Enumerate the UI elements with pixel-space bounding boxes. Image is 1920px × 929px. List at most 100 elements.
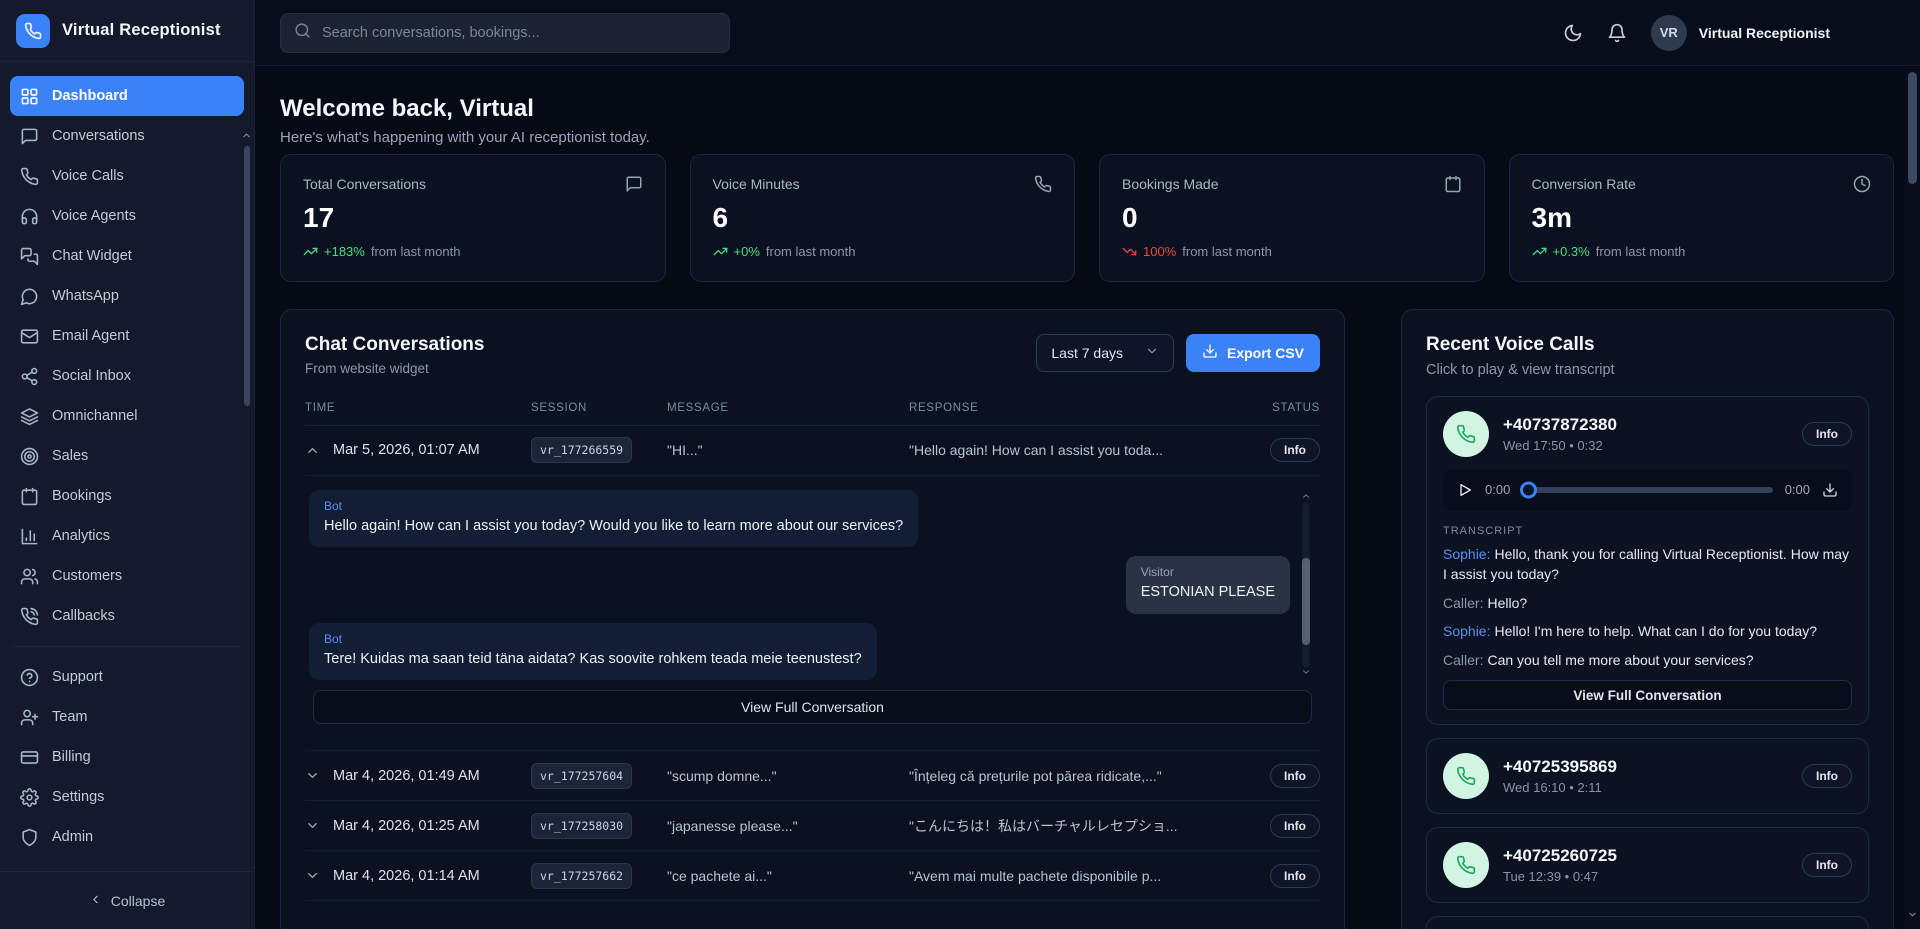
sidebar-item-customers[interactable]: Customers [10, 556, 244, 596]
avatar[interactable]: VR [1651, 15, 1687, 51]
stat-label: Voice Minutes [713, 176, 800, 192]
target-icon [20, 447, 39, 466]
view-full-conversation-button[interactable]: View Full Conversation [313, 690, 1312, 724]
play-button[interactable] [1457, 482, 1473, 498]
row-time: Mar 4, 2026, 01:25 AM [333, 818, 480, 834]
call-phone-icon [1443, 411, 1489, 457]
info-badge[interactable]: Info [1270, 814, 1320, 838]
call-meta: Tue 12:39 • 0:47 [1503, 869, 1788, 884]
player-total-time: 0:00 [1785, 482, 1810, 497]
sidebar-item-admin[interactable]: Admin [10, 817, 244, 857]
conversation-row[interactable]: Mar 4, 2026, 01:14 AMvr_177257662"ce pac… [305, 851, 1320, 901]
row-response: "Înțeleg că prețurile pot părea ridicate… [909, 768, 1242, 784]
voice-call-card[interactable]: +40725260725Tue 12:39 • 0:47Info [1426, 827, 1869, 903]
user-name: Virtual Receptionist [1699, 25, 1830, 41]
sidebar-item-label: WhatsApp [52, 288, 119, 304]
sidebar-item-label: Sales [52, 448, 88, 464]
sidebar-item-team[interactable]: Team [10, 697, 244, 737]
info-badge[interactable]: Info [1270, 438, 1320, 462]
sidebar-item-analytics[interactable]: Analytics [10, 516, 244, 556]
stat-label: Conversion Rate [1532, 176, 1636, 192]
sender-label: Bot [324, 632, 862, 646]
trending-up-icon [713, 244, 728, 259]
collapse-button[interactable]: Collapse [89, 893, 165, 909]
chevron-down-icon [305, 868, 320, 883]
transcript-speaker: Caller: [1443, 652, 1483, 668]
sidebar-item-support[interactable]: Support [10, 657, 244, 697]
page-title: Welcome back, Virtual [280, 95, 1894, 124]
sidebar-item-chat-widget[interactable]: Chat Widget [10, 236, 244, 276]
visitor-message-bubble: VisitorESTONIAN PLEASE [1126, 556, 1290, 614]
sidebar-item-voice-agents[interactable]: Voice Agents [10, 196, 244, 236]
sidebar-item-callbacks[interactable]: Callbacks [10, 596, 244, 636]
phone-icon [1456, 855, 1476, 875]
info-badge[interactable]: Info [1802, 853, 1852, 877]
sidebar-item-billing[interactable]: Billing [10, 737, 244, 777]
page-scrollbar-thumb[interactable] [1908, 72, 1917, 184]
sidebar-item-sales[interactable]: Sales [10, 436, 244, 476]
voice-call-card[interactable]: +40725395869Wed 16:10 • 2:11Info [1426, 738, 1869, 814]
stat-change: +0.3% [1553, 244, 1590, 259]
sidebar-scrollbar-thumb[interactable] [244, 146, 250, 406]
transcript-speaker: Sophie: [1443, 546, 1490, 562]
conversation-row[interactable]: Mar 4, 2026, 01:25 AMvr_177258030"japane… [305, 801, 1320, 851]
chevron-left-icon [89, 893, 102, 906]
row-message: "HI..." [667, 442, 895, 458]
sidebar-item-email-agent[interactable]: Email Agent [10, 316, 244, 356]
chat-panel-subtitle: From website widget [305, 361, 484, 376]
sidebar-scroll-up [241, 128, 252, 146]
conversation-row[interactable]: Mar 4, 2026, 01:49 AMvr_177257604"scump … [305, 751, 1320, 801]
chat-scrollbar-thumb[interactable] [1302, 558, 1310, 645]
clock-icon [1853, 175, 1871, 193]
grid-icon [20, 87, 39, 106]
player-seek-thumb[interactable] [1520, 481, 1537, 498]
expanded-conversation: BotHello again! How can I assist you tod… [305, 476, 1320, 752]
row-response: "こんにちは！私はバーチャルレセプショ... [909, 816, 1242, 836]
voice-call-card[interactable]: +40737872380Wed 17:50 • 0:32Info0:000:00… [1426, 396, 1869, 725]
theme-toggle-button[interactable] [1563, 23, 1583, 43]
info-badge[interactable]: Info [1270, 764, 1320, 788]
conversation-row[interactable]: Mar 5, 2026, 01:07 AMvr_177266559"HI..."… [305, 426, 1320, 476]
notifications-button[interactable] [1607, 23, 1627, 43]
sidebar-item-whatsapp[interactable]: WhatsApp [10, 276, 244, 316]
gear-icon [20, 788, 39, 807]
info-badge[interactable]: Info [1802, 764, 1852, 788]
topbar: VR Virtual Receptionist [255, 0, 1920, 66]
call-number: +40737872380 [1503, 415, 1788, 435]
transcript-text: Hello, thank you for calling Virtual Rec… [1443, 546, 1849, 582]
stat-card-voice-minutes: Voice Minutes6+0%from last month [690, 154, 1076, 282]
sidebar-item-dashboard[interactable]: Dashboard [10, 76, 244, 116]
player-current-time: 0:00 [1485, 482, 1510, 497]
sidebar-item-conversations[interactable]: Conversations [10, 116, 244, 156]
shield-icon [20, 828, 39, 847]
sidebar-divider [12, 646, 242, 647]
view-full-conversation-button[interactable]: View Full Conversation [1443, 680, 1852, 710]
chevron-up-icon [241, 130, 252, 141]
chat-scrollbar[interactable] [1300, 490, 1312, 681]
info-badge[interactable]: Info [1802, 422, 1852, 446]
sidebar-item-label: Callbacks [52, 608, 115, 624]
chat-scrollbar-track[interactable] [1302, 502, 1310, 669]
phone-icon [1456, 766, 1476, 786]
sidebar-item-voice-calls[interactable]: Voice Calls [10, 156, 244, 196]
export-csv-button[interactable]: Export CSV [1186, 334, 1320, 372]
sidebar-item-label: Dashboard [52, 88, 128, 104]
user-menu[interactable]: VR Virtual Receptionist [1651, 15, 1830, 51]
search-input[interactable] [322, 25, 716, 41]
users-icon [20, 567, 39, 586]
sidebar-item-bookings[interactable]: Bookings [10, 476, 244, 516]
transcript-heading: TRANSCRIPT [1443, 525, 1852, 537]
stat-card-bookings-made: Bookings Made0100%from last month [1099, 154, 1485, 282]
sidebar-item-omnichannel[interactable]: Omnichannel [10, 396, 244, 436]
sidebar-scrollbar[interactable] [241, 128, 253, 811]
download-recording-button[interactable] [1822, 482, 1838, 498]
player-seek-slider[interactable] [1522, 487, 1772, 493]
headphones-icon [20, 207, 39, 226]
sidebar-item-social-inbox[interactable]: Social Inbox [10, 356, 244, 396]
sidebar-item-settings[interactable]: Settings [10, 777, 244, 817]
page-scrollbar[interactable] [1905, 66, 1920, 929]
date-range-select[interactable]: Last 7 days [1036, 334, 1174, 372]
voice-panel-title: Recent Voice Calls [1426, 334, 1869, 356]
info-badge[interactable]: Info [1270, 864, 1320, 888]
page-subtitle: Here's what's happening with your AI rec… [280, 129, 1894, 146]
